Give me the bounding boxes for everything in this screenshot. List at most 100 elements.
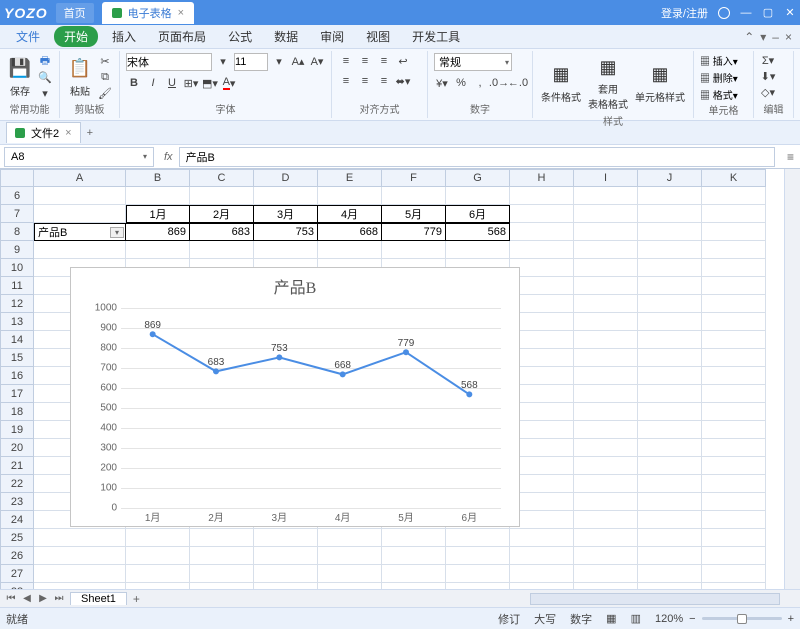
preview-icon[interactable]: 🔍 xyxy=(37,70,53,84)
cell[interactable] xyxy=(254,565,318,583)
cell[interactable]: 3月 xyxy=(254,205,318,223)
row-header[interactable]: 22 xyxy=(0,475,34,493)
border-button[interactable]: ⊞▾ xyxy=(183,75,199,91)
horizontal-scrollbar[interactable] xyxy=(530,593,780,605)
cell[interactable] xyxy=(574,565,638,583)
tab-insert[interactable]: 插入 xyxy=(104,25,144,48)
row-header[interactable]: 7 xyxy=(0,205,34,223)
row-header[interactable]: 14 xyxy=(0,331,34,349)
cell[interactable] xyxy=(702,331,766,349)
row-header[interactable]: 11 xyxy=(0,277,34,295)
column-header[interactable]: F xyxy=(382,169,446,187)
cell[interactable] xyxy=(574,367,638,385)
cond-format-button[interactable]: ▦条件格式 xyxy=(539,61,583,106)
user-icon[interactable] xyxy=(718,7,730,19)
cell[interactable] xyxy=(702,475,766,493)
cell[interactable] xyxy=(638,205,702,223)
cell[interactable] xyxy=(254,529,318,547)
cell[interactable] xyxy=(574,439,638,457)
row-header[interactable]: 20 xyxy=(0,439,34,457)
cell[interactable] xyxy=(638,349,702,367)
align-right-icon[interactable]: ≡ xyxy=(376,73,392,89)
cell[interactable] xyxy=(702,295,766,313)
maximize-button[interactable]: ▢ xyxy=(762,6,774,19)
font-size-dropdown-icon[interactable]: ▾ xyxy=(271,53,287,69)
cell[interactable]: 5月 xyxy=(382,205,446,223)
status-revision[interactable]: 修订 xyxy=(498,611,520,627)
cell[interactable] xyxy=(190,241,254,259)
row-header[interactable]: 10 xyxy=(0,259,34,277)
cell[interactable] xyxy=(574,511,638,529)
cell[interactable]: 668 xyxy=(318,223,382,241)
document-tab[interactable]: 电子表格 × xyxy=(102,2,194,24)
cell[interactable] xyxy=(574,457,638,475)
cell[interactable] xyxy=(190,547,254,565)
cell[interactable] xyxy=(638,367,702,385)
column-header[interactable]: A xyxy=(34,169,126,187)
dec-decimal-icon[interactable]: ←.0 xyxy=(510,75,526,91)
cell[interactable] xyxy=(638,475,702,493)
row-header[interactable]: 23 xyxy=(0,493,34,511)
row-header[interactable]: 27 xyxy=(0,565,34,583)
row-header[interactable]: 21 xyxy=(0,457,34,475)
insert-cells-button[interactable]: ▦ 插入▾ xyxy=(700,53,747,68)
cell[interactable] xyxy=(510,223,574,241)
cell[interactable] xyxy=(574,529,638,547)
cell[interactable] xyxy=(702,187,766,205)
print-icon[interactable]: 🖶 xyxy=(37,54,53,68)
cell[interactable] xyxy=(574,403,638,421)
cell[interactable] xyxy=(190,565,254,583)
align-center-icon[interactable]: ≡ xyxy=(357,73,373,89)
delete-cells-button[interactable]: ▦ 删除▾ xyxy=(700,70,747,85)
more-icon[interactable]: ▾ xyxy=(37,86,53,100)
cell[interactable] xyxy=(702,241,766,259)
inc-decimal-icon[interactable]: .0→ xyxy=(491,75,507,91)
grow-font-icon[interactable]: A▴ xyxy=(290,53,306,69)
font-name-dropdown-icon[interactable]: ▾ xyxy=(215,53,231,69)
cell[interactable] xyxy=(446,529,510,547)
new-workbook-icon[interactable]: + xyxy=(87,127,93,139)
name-box-dropdown-icon[interactable]: ▾ xyxy=(143,152,147,161)
cell[interactable] xyxy=(254,547,318,565)
cell[interactable] xyxy=(254,241,318,259)
cell[interactable]: 779 xyxy=(382,223,446,241)
new-sheet-icon[interactable]: + xyxy=(133,592,140,606)
copy-icon[interactable]: ⧉ xyxy=(97,70,113,84)
cell[interactable] xyxy=(382,187,446,205)
cell[interactable] xyxy=(574,475,638,493)
cell[interactable] xyxy=(574,241,638,259)
cell[interactable] xyxy=(574,277,638,295)
cell[interactable] xyxy=(446,565,510,583)
format-cells-button[interactable]: ▦ 格式▾ xyxy=(700,87,747,102)
cell[interactable] xyxy=(574,205,638,223)
cell[interactable] xyxy=(702,547,766,565)
cell[interactable] xyxy=(638,331,702,349)
home-tab[interactable]: 首页 xyxy=(56,3,94,23)
ribbon-min-icon[interactable]: – xyxy=(772,30,779,44)
table-format-button[interactable]: ▦套用 表格格式 xyxy=(586,53,630,113)
status-caps[interactable]: 大写 xyxy=(534,611,556,627)
cell[interactable] xyxy=(638,187,702,205)
tab-layout[interactable]: 页面布局 xyxy=(150,25,214,48)
minimize-button[interactable]: — xyxy=(740,7,752,19)
cell[interactable] xyxy=(574,385,638,403)
bold-button[interactable]: B xyxy=(126,75,142,91)
sheet-nav-next-icon[interactable]: ▶ xyxy=(36,593,50,604)
sheet-nav-prev-icon[interactable]: ◀ xyxy=(20,593,34,604)
cell[interactable] xyxy=(382,529,446,547)
spreadsheet-grid[interactable]: ABCDEFGHIJK 6789101112131415161718192021… xyxy=(0,169,800,589)
cell[interactable] xyxy=(638,277,702,295)
autosum-icon[interactable]: Σ▾ xyxy=(760,53,776,67)
select-all-corner[interactable] xyxy=(0,169,34,187)
login-link[interactable]: 登录/注册 xyxy=(661,5,708,21)
cell[interactable] xyxy=(510,529,574,547)
sheet-tab[interactable]: Sheet1 xyxy=(70,592,127,605)
cell[interactable] xyxy=(510,241,574,259)
cell[interactable] xyxy=(190,187,254,205)
cell[interactable] xyxy=(446,547,510,565)
cell[interactable] xyxy=(34,547,126,565)
cell[interactable] xyxy=(638,295,702,313)
tab-dev[interactable]: 开发工具 xyxy=(404,25,468,48)
cell[interactable] xyxy=(510,205,574,223)
align-left-icon[interactable]: ≡ xyxy=(338,73,354,89)
